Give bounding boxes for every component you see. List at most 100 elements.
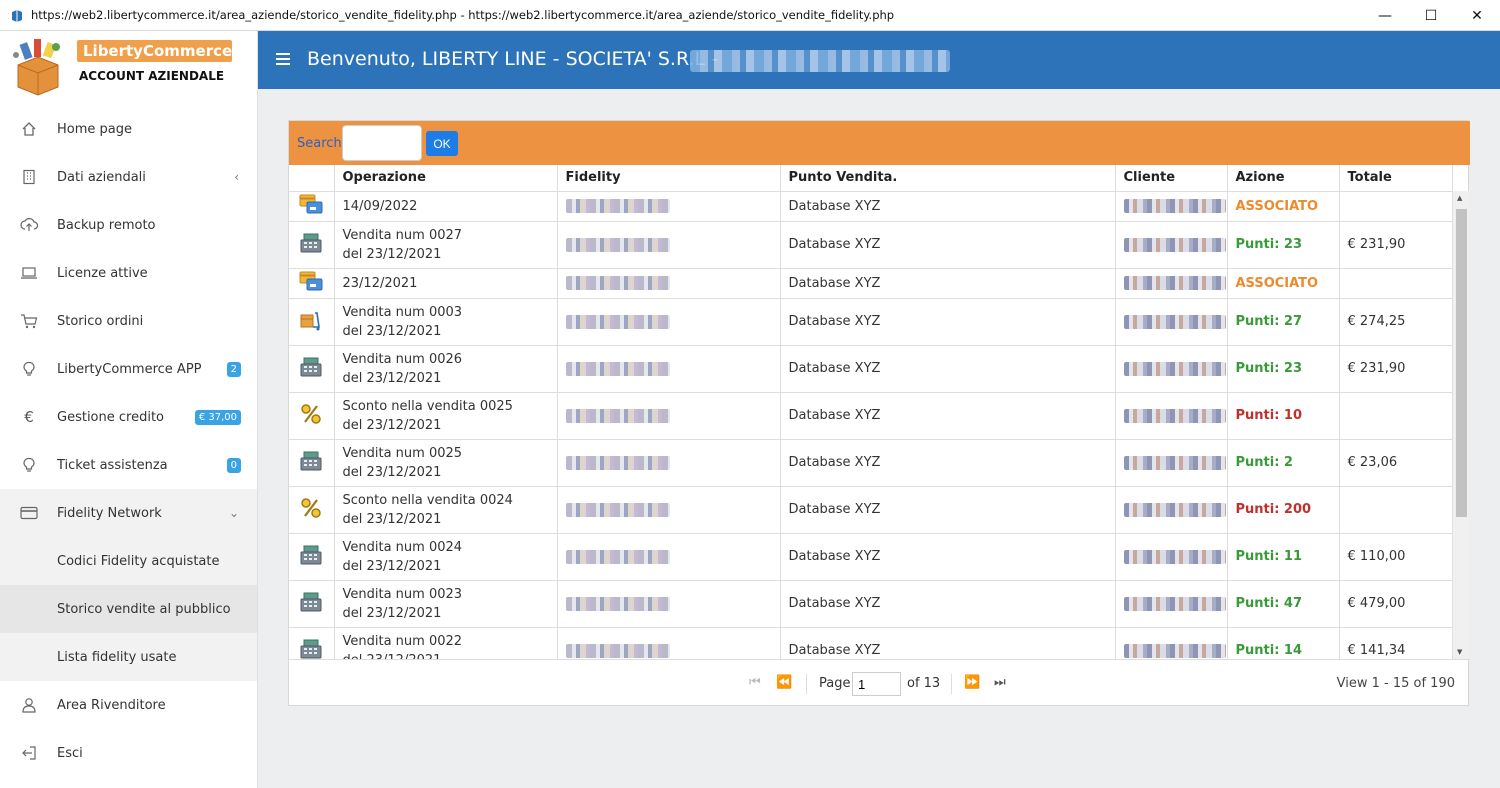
- operazione-line1: Sconto nella vendita 0024: [342, 492, 513, 508]
- sidebar-item-label: Area Rivenditore: [57, 697, 166, 713]
- cliente-cell: [1115, 298, 1228, 346]
- column-header-fidelity[interactable]: Fidelity: [557, 165, 781, 192]
- table-row[interactable]: Vendita num 0003 del 23/12/2021 Database X…: [289, 298, 1453, 346]
- sidebar-item-storico-ordini[interactable]: Storico ordini: [0, 297, 257, 345]
- column-header-cliente[interactable]: Cliente: [1115, 165, 1228, 192]
- close-window-button[interactable]: ✕: [1454, 0, 1500, 31]
- cash-register-icon: [299, 357, 323, 382]
- table-row[interactable]: Sconto nella vendita 0024 del 23/12/2021 D…: [289, 486, 1453, 534]
- table-row[interactable]: Vendita num 0025 del 23/12/2021 Database X…: [289, 439, 1453, 487]
- search-ok-button[interactable]: OK: [426, 131, 458, 156]
- sidebar-item-area-rivenditore[interactable]: Area Rivenditore: [0, 681, 257, 729]
- sidebar-item-fidelity-network[interactable]: Fidelity Network ⌄: [0, 489, 257, 537]
- column-header-icon[interactable]: [289, 165, 335, 192]
- sidebar-item-home[interactable]: Home page: [0, 105, 257, 153]
- table-row[interactable]: Vendita num 0023 del 23/12/2021 Database X…: [289, 580, 1453, 628]
- redacted-fidelity-code: [565, 455, 670, 470]
- operazione-line1: 23/12/2021: [342, 275, 418, 291]
- redacted-customer-name: [1123, 502, 1226, 517]
- brand: LibertyCommerce ACCOUNT AZIENDALE: [0, 31, 257, 115]
- laptop-icon: [20, 264, 38, 282]
- search-input[interactable]: [342, 125, 422, 161]
- sidebar-item-gestione-credito[interactable]: € Gestione credito € 37,00: [0, 393, 257, 441]
- column-header-punto-vendita[interactable]: Punto Vendita.: [780, 165, 1116, 192]
- sidebar-subitem-codici-fidelity[interactable]: Codici Fidelity acquistate: [0, 537, 257, 585]
- operazione-cell: Vendita num 0027 del 23/12/2021: [334, 221, 558, 269]
- redacted-fidelity-code: [565, 408, 670, 423]
- scroll-down-arrow-icon[interactable]: ▼: [1457, 648, 1462, 656]
- fidelity-cell: [557, 627, 781, 659]
- column-header-operazione[interactable]: Operazione: [334, 165, 558, 192]
- table-row[interactable]: Sconto nella vendita 0025 del 23/12/2021 D…: [289, 392, 1453, 440]
- row-type-cell: [289, 627, 335, 659]
- sidebar-subitem-lista-fidelity[interactable]: Lista fidelity usate: [0, 633, 257, 681]
- fidelity-cell: [557, 392, 781, 440]
- last-page-icon[interactable]: ⏭: [994, 675, 1006, 690]
- table-row[interactable]: Vendita num 0024 del 23/12/2021 Database X…: [289, 533, 1453, 581]
- table-row[interactable]: Vendita num 0022del 23/12/2021 Database X…: [289, 627, 1453, 659]
- maximize-button[interactable]: ☐: [1408, 0, 1454, 31]
- redacted-customer-name: [1123, 549, 1226, 564]
- card-transfer-icon: [299, 194, 323, 219]
- punto-vendita-cell: Database XYZ: [780, 580, 1116, 628]
- totale-cell: € 23,06: [1339, 439, 1453, 487]
- totale-cell: [1339, 191, 1453, 222]
- percent-icon: [300, 403, 322, 429]
- redacted-fidelity-code: [565, 549, 670, 564]
- table-scrollbar[interactable]: ▲ ▼: [1452, 191, 1469, 659]
- table-header-row: Operazione Fidelity Punto Vendita. Clien…: [289, 165, 1453, 192]
- totale-cell: [1339, 268, 1453, 299]
- cash-register-icon: [299, 233, 323, 258]
- minimize-button[interactable]: —: [1362, 0, 1408, 31]
- operazione-line1: Sconto nella vendita 0025: [342, 398, 513, 414]
- next-page-icon[interactable]: ⏩: [964, 675, 980, 690]
- column-header-azione[interactable]: Azione: [1227, 165, 1340, 192]
- browser-title-bar: https://web2.libertycommerce.it/area_azi…: [0, 0, 1500, 31]
- search-label: Search: [297, 136, 342, 151]
- sidebar-item-esci[interactable]: Esci: [0, 729, 257, 777]
- hamburger-menu-icon[interactable]: [276, 53, 290, 68]
- column-header-totale[interactable]: Totale: [1339, 165, 1453, 192]
- punto-vendita-cell: Database XYZ: [780, 191, 1116, 222]
- sidebar-item-ticket-assistenza[interactable]: Ticket assistenza 0: [0, 441, 257, 489]
- sidebar-subitem-storico-vendite[interactable]: Storico vendite al pubblico: [0, 585, 257, 633]
- table-row[interactable]: Vendita num 0026 del 23/12/2021 Database X…: [289, 345, 1453, 393]
- redacted-company-id: [690, 50, 950, 72]
- sidebar-item-backup-remoto[interactable]: Backup remoto: [0, 201, 257, 249]
- cliente-cell: [1115, 268, 1228, 299]
- sidebar-item-label: Licenze attive: [57, 265, 148, 281]
- first-page-icon[interactable]: ⏮: [749, 675, 761, 690]
- punto-vendita-cell: Database XYZ: [780, 439, 1116, 487]
- sidebar-item-licenze-attive[interactable]: Licenze attive: [0, 249, 257, 297]
- fidelity-cell: [557, 533, 781, 581]
- main-content: Search OK Operazione Fidelity Punto Vend…: [258, 89, 1500, 788]
- table-row[interactable]: 23/12/2021 Database XYZ ASSOCIATO: [289, 268, 1453, 299]
- scrollbar-thumb[interactable]: [1456, 209, 1467, 517]
- sidebar-item-label: Codici Fidelity acquistate: [57, 553, 220, 569]
- cliente-cell: [1115, 533, 1228, 581]
- sidebar-item-label: Home page: [57, 121, 132, 137]
- table-row[interactable]: 14/09/2022 Database XYZ ASSOCIATO: [289, 191, 1453, 222]
- bulb-icon: [20, 360, 38, 378]
- operazione-line1: Vendita num 0023: [342, 586, 463, 602]
- grid-toolbar: Search OK: [289, 121, 1470, 165]
- prev-page-icon[interactable]: ⏪: [776, 675, 792, 690]
- operazione-line1: Vendita num 0027: [342, 227, 463, 243]
- row-type-cell: [289, 580, 335, 628]
- scroll-up-arrow-icon[interactable]: ▲: [1457, 194, 1462, 202]
- table-row[interactable]: Vendita num 0027 del 23/12/2021 Database X…: [289, 221, 1453, 269]
- punto-vendita-cell: Database XYZ: [780, 486, 1116, 534]
- row-type-cell: [289, 221, 335, 269]
- sidebar-item-libertycommerce-app[interactable]: LibertyCommerce APP 2: [0, 345, 257, 393]
- brand-name: LibertyCommerce: [77, 40, 232, 62]
- cart-icon: [20, 312, 38, 330]
- redacted-customer-name: [1123, 596, 1226, 611]
- page-number-input[interactable]: [852, 672, 901, 696]
- redacted-customer-name: [1123, 276, 1226, 290]
- redacted-fidelity-code: [565, 361, 670, 376]
- operazione-cell: Vendita num 0023 del 23/12/2021: [334, 580, 558, 628]
- row-type-cell: [289, 486, 335, 534]
- cliente-cell: [1115, 580, 1228, 628]
- cliente-cell: [1115, 439, 1228, 487]
- sidebar-item-dati-aziendali[interactable]: Dati aziendali ‹: [0, 153, 257, 201]
